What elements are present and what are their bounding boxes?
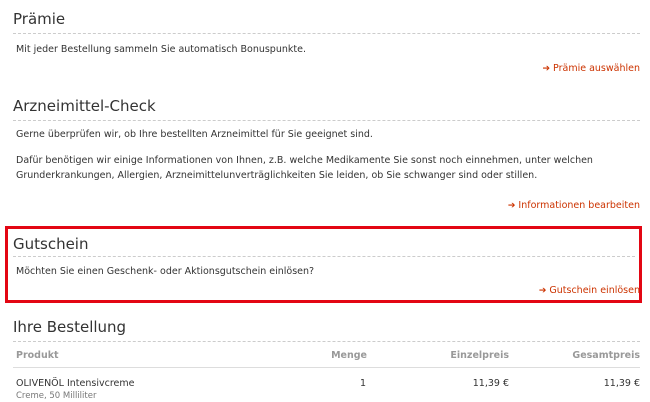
item-sub: Creme, 50 Milliliter	[16, 391, 97, 401]
check-section: Arzneimittel-Check Gerne überprüfen wir,…	[0, 90, 650, 220]
col-header-unit: Einzelpreis	[450, 350, 509, 361]
item-total-price: 11,39 €	[603, 378, 640, 389]
gutschein-link[interactable]: ➔ Gutschein einlösen	[539, 285, 640, 296]
check-link[interactable]: ➔ Informationen bearbeiten	[508, 200, 640, 211]
item-name[interactable]: OLIVENÖL Intensivcreme	[16, 378, 134, 389]
order-title: Ihre Bestellung	[13, 318, 127, 336]
divider	[13, 341, 640, 342]
gutschein-link-label: Gutschein einlösen	[549, 285, 640, 296]
col-header-product: Produkt	[16, 350, 59, 361]
item-unit-price: 11,39 €	[472, 378, 509, 389]
divider	[13, 256, 635, 257]
check-text-2a: Dafür benötigen wir einige Informationen…	[16, 155, 593, 166]
praemie-section: Prämie Mit jeder Bestellung sammeln Sie …	[0, 0, 650, 90]
divider	[13, 33, 640, 34]
arrow-right-icon: ➔	[538, 286, 547, 296]
praemie-link-label: Prämie auswählen	[553, 63, 640, 74]
praemie-title: Prämie	[13, 10, 66, 28]
check-text-1: Gerne überprüfen wir, ob Ihre bestellten…	[16, 129, 373, 140]
praemie-text: Mit jeder Bestellung sammeln Sie automat…	[16, 44, 306, 55]
gutschein-text: Möchten Sie einen Geschenk- oder Aktions…	[16, 266, 315, 277]
check-link-label: Informationen bearbeiten	[518, 200, 640, 211]
divider	[13, 120, 640, 121]
check-text-2b: Grunderkrankungen, Allergien, Arzneimitt…	[16, 170, 538, 181]
arrow-right-icon: ➔	[542, 64, 551, 74]
item-qty: 1	[359, 378, 366, 389]
divider	[13, 367, 640, 368]
check-title: Arzneimittel-Check	[13, 97, 156, 115]
col-header-qty: Menge	[331, 350, 367, 361]
arrow-right-icon: ➔	[507, 201, 516, 211]
gutschein-title: Gutschein	[13, 235, 89, 253]
gutschein-section: Gutschein Möchten Sie einen Geschenk- od…	[0, 226, 650, 303]
praemie-link[interactable]: ➔ Prämie auswählen	[542, 63, 640, 74]
col-header-total: Gesamtpreis	[572, 350, 640, 361]
